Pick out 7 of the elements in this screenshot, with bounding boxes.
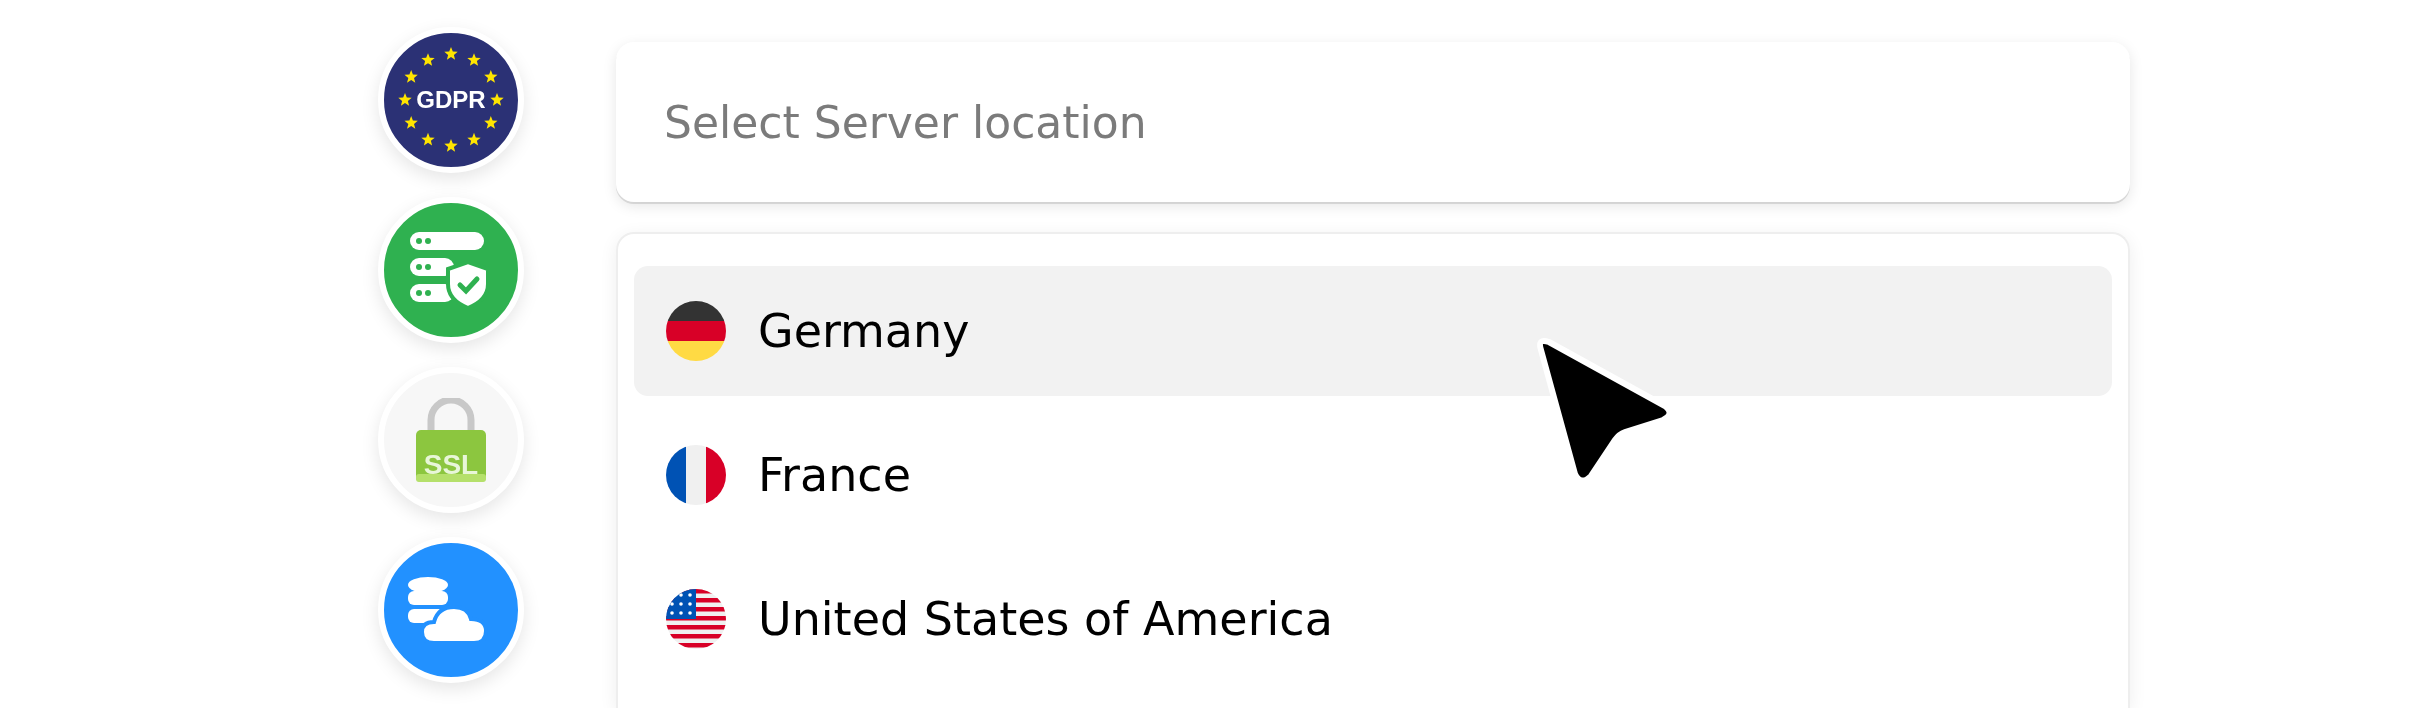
search-field[interactable]: Select Server location [616,42,2130,202]
padlock-icon [416,398,486,482]
flag-icon [666,301,726,361]
flag-icon [666,445,726,505]
country-option[interactable]: Germany [634,266,2112,396]
badge-label: GDPR [416,86,486,114]
badge-label: SSL [423,449,479,481]
